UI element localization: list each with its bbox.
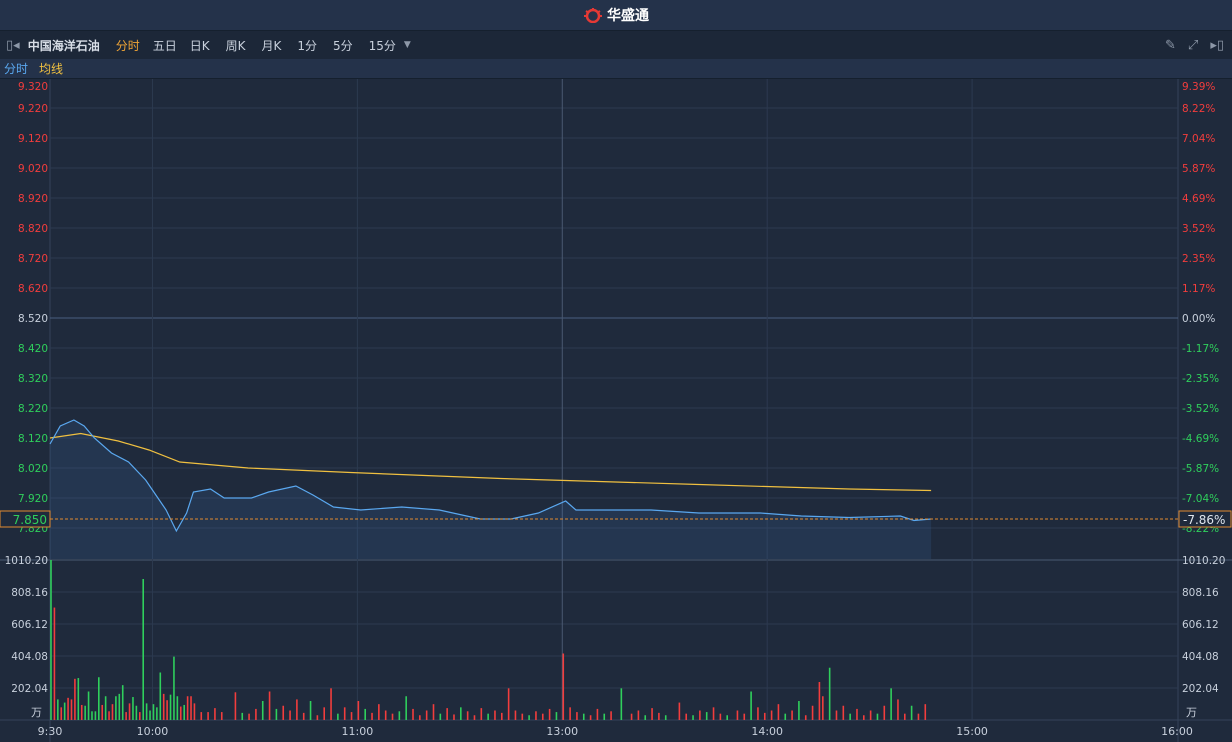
price-tick-label: 8.920 <box>18 193 48 205</box>
huashengtong-logo-icon <box>584 8 602 23</box>
price-tick-label: 8.720 <box>18 253 48 265</box>
volume-unit-label-right: 万 <box>1186 706 1197 719</box>
time-tick-label: 10:00 <box>137 725 169 738</box>
tab-1min[interactable]: 1分 <box>297 37 317 54</box>
app-title: 华盛通 <box>607 8 649 24</box>
percent-tick-label: 5.87% <box>1182 163 1215 175</box>
price-tick-label: 8.620 <box>18 283 48 295</box>
price-tick-label: 8.220 <box>18 403 48 415</box>
volume-tick-label: 1010.20 <box>5 555 48 567</box>
volume-tick-label-right: 1010.20 <box>1182 555 1225 567</box>
percent-tick-label: -7.04% <box>1182 493 1219 505</box>
percent-tick-label: 1.17% <box>1182 283 1215 295</box>
volume-tick-label-right: 202.04 <box>1182 683 1219 695</box>
price-tick-label: 8.520 <box>18 313 48 325</box>
price-area-fill <box>50 420 932 559</box>
tab-monthly-k[interactable]: 月K <box>261 37 281 54</box>
price-tick-label: 9.220 <box>18 103 48 115</box>
percent-tick-label: 0.00% <box>1182 313 1215 325</box>
price-tick-label: 9.320 <box>18 81 48 93</box>
title-bar: 华盛通 <box>0 0 1232 31</box>
expand-right-icon[interactable]: ▸▯ <box>1210 38 1224 53</box>
volume-tick-label-right: 404.08 <box>1182 651 1219 663</box>
time-tick-label: 15:00 <box>956 725 988 738</box>
percent-tick-label: 3.52% <box>1182 223 1215 235</box>
volume-unit-label: 万 <box>31 706 42 719</box>
price-tick-label: 8.120 <box>18 433 48 445</box>
percent-tick-label: -5.87% <box>1182 463 1219 475</box>
volume-tick-label-right: 808.16 <box>1182 587 1219 599</box>
time-tick-label: 9:30 <box>38 725 63 738</box>
tab-5min[interactable]: 5分 <box>333 37 353 54</box>
price-tick-label: 8.020 <box>18 463 48 475</box>
legend-intraday-line: 分时 <box>4 62 29 76</box>
chart-legend: 分时 均线 <box>0 59 1232 79</box>
percent-tick-label: -3.52% <box>1182 403 1219 415</box>
tab-daily-k[interactable]: 日K <box>190 37 210 54</box>
fullscreen-icon[interactable]: ⤢ <box>1188 38 1198 53</box>
legend-average-line: 均线 <box>39 62 64 76</box>
price-tick-label: 9.120 <box>18 133 48 145</box>
volume-tick-label: 808.16 <box>11 587 48 599</box>
percent-tick-label: 4.69% <box>1182 193 1215 205</box>
period-dropdown-icon[interactable]: ▼ <box>404 40 411 50</box>
volume-tick-label: 202.04 <box>11 683 48 695</box>
price-tick-label: 9.020 <box>18 163 48 175</box>
average-price-line <box>49 432 932 492</box>
time-tick-label: 14:00 <box>751 725 783 738</box>
toolbar: ▯◂ 中国海洋石油 分时 五日 日K 周K 月K 1分 5分 15分 ▼ ✎ ⤢… <box>0 31 1232 59</box>
tab-five-day[interactable]: 五日 <box>153 37 177 54</box>
current-price-label: 7.850 <box>13 513 47 527</box>
tab-weekly-k[interactable]: 周K <box>226 37 246 54</box>
percent-tick-label: 7.04% <box>1182 133 1215 145</box>
volume-tick-label: 606.12 <box>11 619 48 631</box>
app-logo: 华盛通 <box>583 5 649 25</box>
volume-tick-label: 404.08 <box>11 651 48 663</box>
percent-tick-label: 9.39% <box>1182 81 1215 93</box>
tab-15min[interactable]: 15分 <box>369 37 396 54</box>
price-line <box>49 419 932 533</box>
time-tick-label: 11:00 <box>342 725 374 738</box>
percent-tick-label: -2.35% <box>1182 373 1219 385</box>
percent-tick-label: -1.17% <box>1182 343 1219 355</box>
current-pct-label: -7.86% <box>1183 513 1225 527</box>
stock-name: 中国海洋石油 <box>27 38 100 53</box>
time-tick-label: 16:00 <box>1161 725 1193 738</box>
percent-tick-label: -4.69% <box>1182 433 1219 445</box>
price-tick-label: 8.820 <box>18 223 48 235</box>
time-tick-label: 13:00 <box>546 725 578 738</box>
volume-tick-label-right: 606.12 <box>1182 619 1219 631</box>
percent-tick-label: 2.35% <box>1182 253 1215 265</box>
price-tick-label: 7.920 <box>18 493 48 505</box>
price-tick-label: 8.420 <box>18 343 48 355</box>
intraday-chart[interactable]: 9.320 9.39% 9.220 8.22% 9.120 7.04% 9.020 5.87%… <box>0 79 1232 742</box>
pencil-icon[interactable]: ✎ <box>1165 38 1176 53</box>
tab-intraday[interactable]: 分时 <box>116 37 140 54</box>
price-tick-label: 8.320 <box>18 373 48 385</box>
collapse-left-icon[interactable]: ▯◂ <box>6 38 20 53</box>
percent-tick-label: 8.22% <box>1182 103 1215 115</box>
